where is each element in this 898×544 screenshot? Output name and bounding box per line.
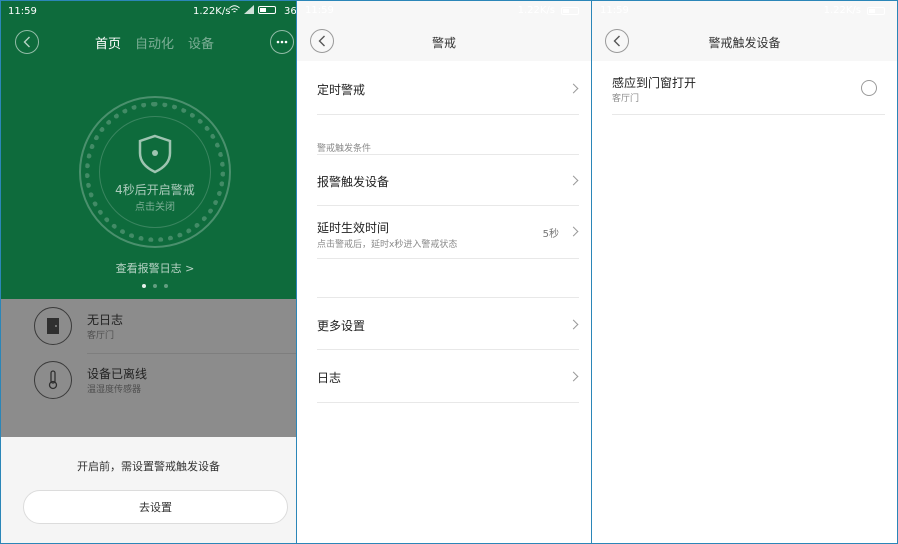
page-dot-active — [142, 284, 146, 288]
chevron-right-icon — [568, 175, 579, 186]
chevron-right-icon — [568, 371, 579, 382]
shield-icon — [138, 134, 172, 174]
battery-icon — [258, 5, 276, 14]
thermometer-icon — [34, 361, 72, 399]
row-title: 感应到门窗打开 — [612, 76, 697, 90]
chevron-left-icon — [23, 36, 30, 48]
status-time: 11:59 — [305, 5, 334, 16]
status-speed: 1.22K/s — [823, 5, 861, 16]
status-icons: 1.22K/s — [824, 5, 885, 16]
page-title: 警戒 — [431, 36, 456, 50]
title-bar: 11:59 1.22K/s 警戒 — [297, 1, 591, 61]
battery-icon — [867, 6, 885, 15]
section-header: 警戒触发条件 — [317, 144, 372, 154]
timed-alarm-row[interactable]: 定时警戒 — [317, 63, 579, 115]
trigger-device-screen: 11:59 1.22K/s 警戒触发设备 感应到门窗打开 客厅门 — [591, 0, 898, 544]
chevron-right-icon — [568, 83, 579, 94]
trigger-device-row[interactable]: 报警触发设备 — [317, 154, 579, 206]
dial-close-hint: 点击关闭 — [135, 202, 175, 213]
select-radio[interactable] — [861, 80, 877, 96]
dial-countdown-text: 4秒后开启警戒 — [115, 183, 195, 197]
title-bar: 11:59 1.22K/s 警戒触发设备 — [592, 1, 897, 61]
door-icon — [34, 307, 72, 345]
status-time: 11:59 — [8, 6, 37, 17]
row-title: 报警触发设备 — [317, 175, 390, 189]
status-icons — [229, 5, 276, 14]
status-icons: 1.22K/s — [518, 5, 579, 16]
device-list: 无日志 客厅门 设备已离线 温湿度传感器 — [1, 299, 296, 439]
device-subtitle: 客厅门 — [87, 331, 115, 341]
trigger-option-row[interactable]: 感应到门窗打开 客厅门 — [612, 63, 885, 115]
battery-icon — [561, 6, 579, 15]
chevron-right-icon — [568, 226, 579, 237]
wifi-icon — [229, 5, 240, 13]
status-time: 11:59 — [600, 5, 629, 16]
status-bar: 11:59 1.22K/s — [297, 1, 591, 21]
signal-icon — [244, 5, 254, 14]
device-subtitle: 温湿度传感器 — [87, 385, 142, 395]
list-item[interactable]: 无日志 客厅门 — [1, 299, 296, 354]
device-title: 设备已离线 — [87, 367, 148, 381]
page-title: 警戒触发设备 — [708, 36, 781, 50]
back-button[interactable] — [15, 30, 39, 54]
sheet-message: 开启前，需设置警戒触发设备 — [77, 460, 220, 473]
row-title: 日志 — [317, 371, 342, 385]
row-title: 定时警戒 — [317, 83, 366, 97]
home-screen: 11:59 1.22K/s 36% 首页 自动化 设备 4秒后开启警戒 点击关闭… — [0, 0, 297, 544]
status-speed: 1.22K/s — [193, 6, 231, 17]
more-dots-icon — [276, 40, 288, 44]
go-setup-button[interactable]: 去设置 — [23, 490, 288, 524]
log-row[interactable]: 日志 — [317, 350, 579, 403]
device-title: 无日志 — [87, 313, 124, 327]
chevron-right-icon — [568, 319, 579, 330]
status-bar: 11:59 1.22K/s 36% — [1, 1, 296, 23]
status-speed: 1.22K/s — [517, 5, 555, 16]
alarm-settings-screen: 11:59 1.22K/s 警戒 定时警戒 警戒触发条件 报警触发设备 延时生效… — [296, 0, 592, 544]
bottom-sheet: 开启前，需设置警戒触发设备 去设置 — [1, 437, 296, 543]
list-item[interactable]: 设备已离线 温湿度传感器 — [1, 353, 296, 407]
tab-devices[interactable]: 设备 — [188, 33, 214, 52]
row-subtitle: 点击警戒后，延时x秒进入警戒状态 — [317, 240, 458, 250]
more-button[interactable] — [270, 30, 294, 54]
page-dot — [164, 284, 168, 288]
row-title: 更多设置 — [317, 319, 366, 333]
top-tabs: 首页 自动化 设备 — [95, 33, 214, 52]
delay-value: 5秒 — [542, 229, 559, 240]
row-subtitle: 客厅门 — [612, 94, 640, 104]
tab-automation[interactable]: 自动化 — [135, 33, 174, 52]
row-title: 延时生效时间 — [317, 221, 390, 235]
view-alarm-log-link[interactable]: 查看报警日志 > — [1, 260, 296, 276]
delay-time-row[interactable]: 延时生效时间 点击警戒后，延时x秒进入警戒状态 5秒 — [317, 206, 579, 259]
tab-home[interactable]: 首页 — [95, 33, 121, 52]
status-bar: 11:59 1.22K/s — [592, 1, 897, 21]
page-dot — [153, 284, 157, 288]
page-indicator — [142, 284, 168, 288]
more-settings-row[interactable]: 更多设置 — [317, 297, 579, 350]
